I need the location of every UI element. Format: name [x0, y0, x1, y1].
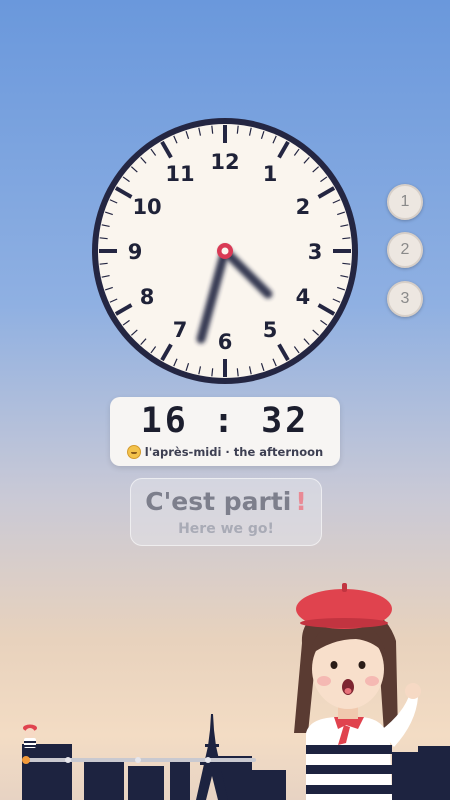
- clock-number: 9: [128, 240, 143, 264]
- shirt-stripe: [306, 765, 392, 774]
- level-1-button[interactable]: 1: [387, 184, 423, 220]
- digital-time: 16 : 32: [140, 401, 310, 441]
- clock-minor-tick: [99, 262, 108, 265]
- progress-knob: [22, 756, 30, 764]
- level-3-button[interactable]: 3: [387, 281, 423, 317]
- time-of-day-caption-row: l'après-midi · the afternoon: [110, 445, 340, 459]
- clock-number: 3: [308, 240, 323, 264]
- character-eye: [330, 661, 338, 669]
- clock-number: 6: [218, 330, 233, 354]
- clock-minor-tick: [211, 125, 214, 134]
- beret-band: [300, 618, 388, 628]
- clock-minor-tick: [99, 237, 108, 240]
- digital-time-card: 16 : 32 l'après-midi · the afternoon: [110, 397, 340, 466]
- level-1-label: 1: [400, 193, 410, 210]
- level-3-label: 3: [400, 290, 410, 307]
- clock-number: 10: [132, 195, 161, 219]
- beret-stem: [342, 583, 347, 592]
- building: [128, 766, 164, 800]
- start-button-subtitle: Here we go!: [178, 521, 274, 537]
- clock-number: 2: [296, 195, 311, 219]
- character-eye: [358, 661, 366, 669]
- clock-face-svg: 12 12 3 45 6 78 9 1011: [92, 118, 358, 384]
- clock-minor-tick: [211, 368, 214, 377]
- clock-number: 12: [210, 150, 239, 174]
- clock-number: 7: [173, 318, 188, 342]
- clock-minor-tick: [236, 368, 239, 377]
- character-hand: [405, 683, 421, 699]
- start-button[interactable]: C'est parti! Here we go!: [130, 478, 322, 546]
- player-avatar-icon: [23, 724, 37, 748]
- start-button-label: C'est parti: [145, 487, 292, 516]
- analog-clock: 12 1 2 3 4 5 6 7 8 9 10 11: [88, 114, 362, 388]
- time-of-day-caption: l'après-midi · the afternoon: [144, 445, 324, 459]
- shirt-stripe: [306, 785, 392, 794]
- progress-marker: [135, 757, 141, 763]
- shirt-stripe: [306, 745, 392, 754]
- character-cheek: [317, 676, 331, 686]
- clock-center-dot: [221, 247, 229, 255]
- clock-number: 11: [165, 162, 194, 186]
- character-cheek: [365, 676, 379, 686]
- clock-number: 1: [263, 162, 278, 186]
- progress-marker: [65, 757, 71, 763]
- character-tongue: [344, 688, 352, 694]
- level-2-label: 2: [400, 241, 410, 258]
- smiling-sun-icon: [126, 445, 141, 459]
- french-girl-character: [294, 583, 421, 800]
- start-button-exclamation: !: [295, 487, 307, 516]
- clock-number: 5: [263, 318, 278, 342]
- clock-number: 8: [140, 285, 155, 309]
- clock-number: 4: [296, 285, 311, 309]
- clock-minor-tick: [342, 262, 351, 265]
- clock-minor-tick: [342, 237, 351, 240]
- level-2-button[interactable]: 2: [387, 232, 423, 268]
- progress-marker: [205, 757, 211, 763]
- building: [252, 770, 286, 800]
- progress-bar: [22, 756, 256, 764]
- clock-minor-tick: [236, 125, 239, 134]
- start-button-label-row: C'est parti!: [131, 487, 321, 516]
